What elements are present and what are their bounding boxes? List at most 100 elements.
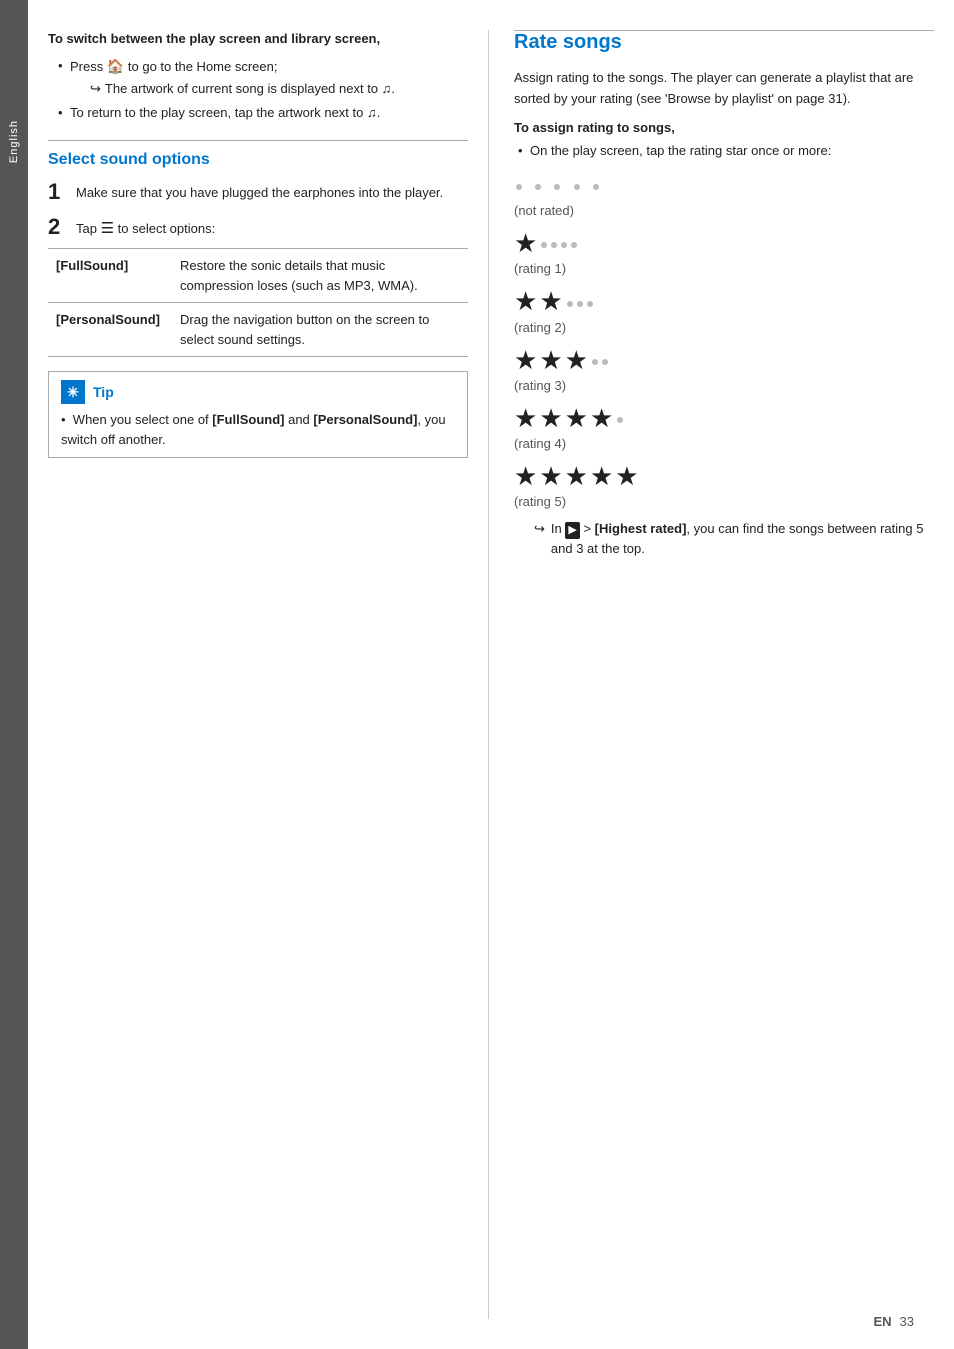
- dot3-1: [567, 301, 573, 307]
- intro-sub-1: ↪ The artwork of current song is display…: [70, 79, 468, 99]
- option-fullsound-desc: Restore the sonic details that music com…: [172, 249, 468, 303]
- page-footer: EN 33: [873, 1314, 914, 1329]
- playlist-icon: ▶: [565, 522, 579, 539]
- option-row-fullsound: [FullSound] Restore the sonic details th…: [48, 249, 468, 303]
- star-5-full-5: ★: [615, 461, 640, 491]
- dot2-3: [561, 242, 567, 248]
- sound-section: Select sound options 1 Make sure that yo…: [48, 151, 468, 458]
- dot3-2: [577, 301, 583, 307]
- arrow-icon-1: ↪: [90, 79, 101, 99]
- intro-bullet-2: To return to the play screen, tap the ar…: [58, 103, 468, 123]
- step-1-row: 1 Make sure that you have plugged the ea…: [48, 179, 468, 205]
- star-2-full-2: ★: [539, 286, 564, 316]
- star-4-full-4: ★: [590, 403, 615, 433]
- dot2-4: [571, 242, 577, 248]
- rating-label-1: (rating 1): [514, 261, 934, 276]
- intro-bullet-2-text: To return to the play screen, tap the ar…: [70, 105, 380, 120]
- dot-3: [554, 184, 560, 190]
- rate-assign-bullet: On the play screen, tap the rating star …: [514, 141, 934, 161]
- tip-box: ✳ Tip • When you select one of [FullSoun…: [48, 371, 468, 458]
- rating-row-3: ★★★ (rating 3): [514, 345, 934, 393]
- rating-label-5: (rating 5): [514, 494, 934, 509]
- option-row-personalsound: [PersonalSound] Drag the navigation butt…: [48, 303, 468, 357]
- rating-label-4: (rating 4): [514, 436, 934, 451]
- rating-stars-5: ★★★★★: [514, 461, 934, 492]
- star-3-full-2: ★: [539, 345, 564, 375]
- rating-stars-0: [514, 170, 934, 201]
- arrow-icon-find: ↪: [534, 519, 545, 539]
- step-1-number: 1: [48, 179, 66, 205]
- rate-songs-title-text: Rate songs: [514, 31, 622, 53]
- star-2-full-1: ★: [514, 286, 539, 316]
- star-4-full-3: ★: [565, 403, 590, 433]
- option-fullsound-label: [FullSound]: [48, 249, 172, 303]
- music-note-1: ♫: [382, 79, 392, 99]
- dot-4: [574, 184, 580, 190]
- step-1-text: Make sure that you have plugged the earp…: [76, 179, 468, 203]
- star-4-full-1: ★: [514, 403, 539, 433]
- step-2-text: Tap ☰ to select options:: [76, 214, 468, 241]
- intro-sub-1-text: The artwork of current song is displayed…: [105, 79, 395, 99]
- dot2-1: [541, 242, 547, 248]
- star-5-full-3: ★: [565, 461, 590, 491]
- dot5-1: [617, 417, 623, 423]
- star-5-full-4: ★: [590, 461, 615, 491]
- tip-icon: ✳: [61, 380, 85, 404]
- step-2-number: 2: [48, 214, 66, 240]
- rating-label-0: (not rated): [514, 203, 934, 218]
- options-table: [FullSound] Restore the sonic details th…: [48, 248, 468, 357]
- tip-text: When you select one of [FullSound] and […: [61, 412, 446, 447]
- rate-assign-title-text: To assign rating to songs,: [514, 120, 675, 135]
- find-arrow: ↪ In ▶ > [Highest rated], you can find t…: [514, 519, 934, 558]
- highest-rated-bold: [Highest rated]: [595, 521, 687, 536]
- dot-5: [593, 184, 599, 190]
- intro-bullet-1-text: Press 🏠 to go to the Home screen;: [70, 59, 277, 74]
- step-2-row: 2 Tap ☰ to select options:: [48, 214, 468, 241]
- music-note-2: ♫: [367, 103, 377, 123]
- menu-icon: ☰: [101, 220, 114, 237]
- home-icon: 🏠: [107, 58, 124, 74]
- options-table-body: [FullSound] Restore the sonic details th…: [48, 249, 468, 357]
- main-content: To switch between the play screen and li…: [28, 0, 954, 1349]
- rating-stars-3: ★★★: [514, 345, 934, 376]
- rating-row-4: ★★★★ (rating 4): [514, 403, 934, 451]
- star-4-full-2: ★: [539, 403, 564, 433]
- rate-intro: Assign rating to the songs. The player c…: [514, 68, 934, 110]
- rate-intro-text: Assign rating to the songs. The player c…: [514, 70, 913, 106]
- intro-bullets: Press 🏠 to go to the Home screen; ↪ The …: [48, 56, 468, 122]
- page: English To switch between the play scree…: [0, 0, 954, 1349]
- footer-page: 33: [900, 1314, 914, 1329]
- tip-label: Tip: [93, 384, 114, 400]
- intro-section: To switch between the play screen and li…: [48, 30, 468, 122]
- option-personalsound-desc: Drag the navigation button on the screen…: [172, 303, 468, 357]
- dot2-2: [551, 242, 557, 248]
- tip-content: • When you select one of [FullSound] and…: [61, 410, 455, 449]
- right-column: Rate songs Assign rating to the songs. T…: [509, 30, 934, 1319]
- rating-row-5: ★★★★★ (rating 5): [514, 461, 934, 509]
- rating-row-1: ★ (rating 1): [514, 228, 934, 276]
- intro-title: To switch between the play screen and li…: [48, 30, 468, 48]
- option-personalsound-label: [PersonalSound]: [48, 303, 172, 357]
- dot-1: [516, 184, 522, 190]
- rating-row-0: (not rated): [514, 170, 934, 218]
- tip-bullet: •: [61, 412, 69, 427]
- rating-stars-2: ★★: [514, 286, 934, 317]
- sidebar-label: English: [8, 120, 20, 163]
- rating-stars-4: ★★★★: [514, 403, 934, 434]
- footer-en: EN: [873, 1314, 891, 1329]
- sidebar-tab: English: [0, 0, 28, 1349]
- find-text: In ▶ > [Highest rated], you can find the…: [551, 519, 934, 558]
- rate-assign-bullet-text: On the play screen, tap the rating star …: [530, 143, 831, 158]
- star-1-full-1: ★: [514, 228, 539, 258]
- dot4-2: [602, 359, 608, 365]
- divider-1: [48, 140, 468, 141]
- left-column: To switch between the play screen and li…: [48, 30, 489, 1319]
- star-5-full-2: ★: [539, 461, 564, 491]
- star-3-full-3: ★: [565, 345, 590, 375]
- sound-section-title: Select sound options: [48, 151, 468, 169]
- dot-2: [535, 184, 541, 190]
- rate-songs-title: Rate songs: [514, 30, 934, 54]
- tip-personalsound-bold: [PersonalSound]: [313, 412, 417, 427]
- tip-header: ✳ Tip: [61, 380, 455, 404]
- intro-bullet-1: Press 🏠 to go to the Home screen; ↪ The …: [58, 56, 468, 99]
